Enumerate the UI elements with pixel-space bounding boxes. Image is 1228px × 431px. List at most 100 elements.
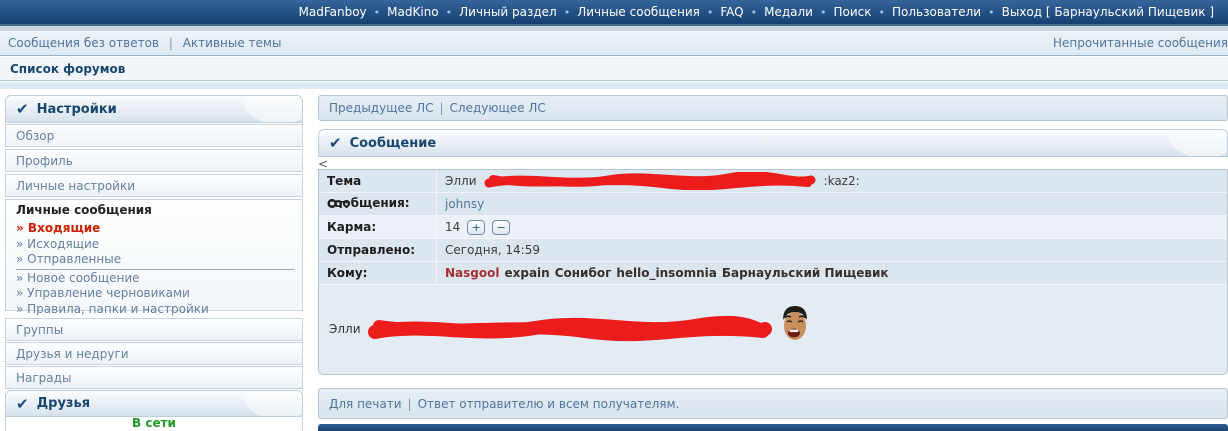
- sidebar-item-drafts[interactable]: » Управление черновиками: [16, 286, 302, 302]
- sidebar-friends-title: Друзья: [37, 396, 90, 411]
- nav-medals[interactable]: Медали: [764, 5, 813, 19]
- unanswered-posts-link[interactable]: Сообщения без ответов: [8, 36, 159, 50]
- nav-bullet: •: [879, 6, 886, 19]
- table-row-sent: Отправлено: Сегодня, 14:59: [319, 239, 1227, 262]
- table-row-karma: Карма: 14 + −: [319, 216, 1227, 239]
- breadcrumb: Список форумов: [0, 57, 1228, 81]
- check-icon: ✔: [16, 395, 29, 413]
- quick-links-right: Непрочитанные сообщения: [1053, 36, 1228, 50]
- table-row-from: От: johnsy: [319, 193, 1227, 216]
- sidebar-item-new-message[interactable]: » Новое сообщение: [16, 271, 302, 287]
- laughing-face-avatar: [779, 304, 811, 344]
- recipient-username[interactable]: Сонибог: [555, 262, 612, 284]
- separator: |: [408, 397, 412, 411]
- sidebar-item-label: » Отправленные: [16, 252, 121, 266]
- sidebar-item-label: Личные настройки: [16, 179, 135, 193]
- message-body-text: Элли: [329, 322, 361, 336]
- sidebar-item-label: » Входящие: [16, 221, 100, 235]
- active-topics-link[interactable]: Активные темы: [183, 36, 282, 50]
- check-icon: ✔: [329, 134, 342, 152]
- message-panel-title: Сообщение: [350, 136, 437, 151]
- karma-label: Карма:: [319, 216, 437, 238]
- recipient-username[interactable]: Барнаульский Пищевик: [722, 262, 889, 284]
- sender-username-link[interactable]: johnsy: [445, 193, 484, 215]
- sidebar-item-label: Друзья и недруги: [16, 347, 129, 361]
- group-divider: [16, 269, 294, 270]
- nav-madfanboy[interactable]: MadFanboy: [299, 5, 367, 19]
- sidebar-item-sent[interactable]: » Отправленные: [16, 252, 302, 268]
- sidebar-item-profile[interactable]: Профиль: [5, 149, 303, 172]
- message-details-table: Тема сообщения: Элли :kaz2: От: johnsy К…: [318, 169, 1228, 375]
- recipient-username[interactable]: expain: [504, 262, 549, 284]
- table-row-subject: Тема сообщения: Элли :kaz2:: [319, 170, 1227, 193]
- table-row-to: Кому: Nasgool expain Сонибог hello_insom…: [319, 262, 1227, 285]
- to-label: Кому:: [319, 262, 437, 284]
- separator: |: [169, 36, 173, 50]
- print-view-link[interactable]: Для печати: [329, 397, 402, 411]
- nav-logout[interactable]: Выход [ Барнаульский Пищевик ]: [1002, 5, 1214, 19]
- sidebar-item-inbox[interactable]: » Входящие: [16, 221, 302, 237]
- sidebar-item-label: » Управление черновиками: [16, 286, 190, 300]
- sidebar-item-label: Награды: [16, 371, 71, 385]
- karma-count: 14: [445, 216, 460, 238]
- sidebar-item-rules-folders[interactable]: » Правила, папки и настройки: [16, 302, 302, 318]
- nav-search[interactable]: Поиск: [833, 5, 871, 19]
- sidebar-item-groups[interactable]: Группы: [5, 318, 303, 341]
- sidebar-item-label: Обзор: [16, 129, 54, 143]
- recipient-username[interactable]: Nasgool: [445, 262, 499, 284]
- quick-links-left: Сообщения без ответов | Активные темы: [0, 36, 281, 50]
- next-pm-link[interactable]: Следующее ЛС: [450, 101, 546, 115]
- nav-personal-section[interactable]: Личный раздел: [459, 5, 557, 19]
- check-icon: ✔: [16, 100, 29, 118]
- nav-bullet: •: [564, 6, 571, 19]
- subject-label: Тема сообщения:: [319, 170, 437, 192]
- from-value: johnsy: [437, 193, 1227, 215]
- nav-bullet: •: [446, 6, 453, 19]
- sidebar-settings-title: Настройки: [37, 102, 117, 117]
- nav-users[interactable]: Пользователи: [892, 5, 981, 19]
- sidebar-item-label: » Правила, папки и настройки: [16, 302, 209, 316]
- sidebar-group-title: Личные сообщения: [16, 202, 302, 221]
- top-navbar: MadFanboy • MadKino • Личный раздел • Ли…: [0, 0, 1228, 24]
- subject-value: Элли :kaz2:: [437, 170, 1227, 192]
- redaction-scribble: [483, 172, 818, 190]
- nav-faq[interactable]: FAQ: [720, 5, 743, 19]
- breadcrumb-lower-strip: [0, 82, 1228, 89]
- message-body: Элли: [319, 285, 1227, 372]
- header-swoosh-decoration: [1169, 129, 1228, 157]
- unread-messages-link[interactable]: Непрочитанные сообщения: [1053, 36, 1228, 50]
- nav-bullet: •: [820, 6, 827, 19]
- sidebar-private-messages-group: Личные сообщения » Входящие » Исходящие …: [5, 199, 303, 311]
- subject-smiley-code: :kaz2:: [824, 170, 860, 192]
- recipients-list: Nasgool expain Сонибог hello_insomnia Ба…: [437, 262, 1227, 284]
- next-section-header-strip: [318, 424, 1228, 431]
- nav-madkino[interactable]: MadKino: [387, 5, 438, 19]
- header-swoosh-decoration: [244, 390, 303, 417]
- sent-timestamp: Сегодня, 14:59: [445, 239, 540, 261]
- sidebar-item-friends-foes[interactable]: Друзья и недруги: [5, 342, 303, 365]
- header-swoosh-decoration: [244, 95, 303, 123]
- redaction-scribble: [365, 312, 775, 346]
- sidebar-item-personal-settings[interactable]: Личные настройки: [5, 174, 303, 197]
- sidebar-item-overview[interactable]: Обзор: [5, 124, 303, 147]
- sidebar-item-outbox[interactable]: » Исходящие: [16, 237, 302, 253]
- recipient-username[interactable]: hello_insomnia: [616, 262, 716, 284]
- nav-bullet: •: [988, 6, 995, 19]
- karma-minus-button[interactable]: −: [492, 220, 510, 235]
- sidebar-item-awards[interactable]: Награды: [5, 366, 303, 389]
- nav-private-messages[interactable]: Личные сообщения: [577, 5, 700, 19]
- forum-pm-page: MadFanboy • MadKino • Личный раздел • Ли…: [0, 0, 1228, 431]
- reply-all-link[interactable]: Ответ отправителю и всем получателям.: [418, 397, 680, 411]
- nav-bullet: •: [707, 6, 714, 19]
- forum-index-link[interactable]: Список форумов: [0, 62, 125, 76]
- sidebar-settings-header: ✔ Настройки: [5, 95, 303, 123]
- sidebar-friends-header: ✔ Друзья: [5, 390, 303, 417]
- quick-links-bar: Сообщения без ответов | Активные темы Не…: [0, 31, 1228, 56]
- nav-bullet: •: [751, 6, 758, 19]
- from-label: От:: [319, 193, 437, 215]
- sent-value: Сегодня, 14:59: [437, 239, 1227, 261]
- subject-text: Элли: [445, 170, 477, 192]
- previous-pm-link[interactable]: Предыдущее ЛС: [329, 101, 433, 115]
- sidebar-item-label: Профиль: [16, 154, 73, 168]
- karma-plus-button[interactable]: +: [467, 220, 485, 235]
